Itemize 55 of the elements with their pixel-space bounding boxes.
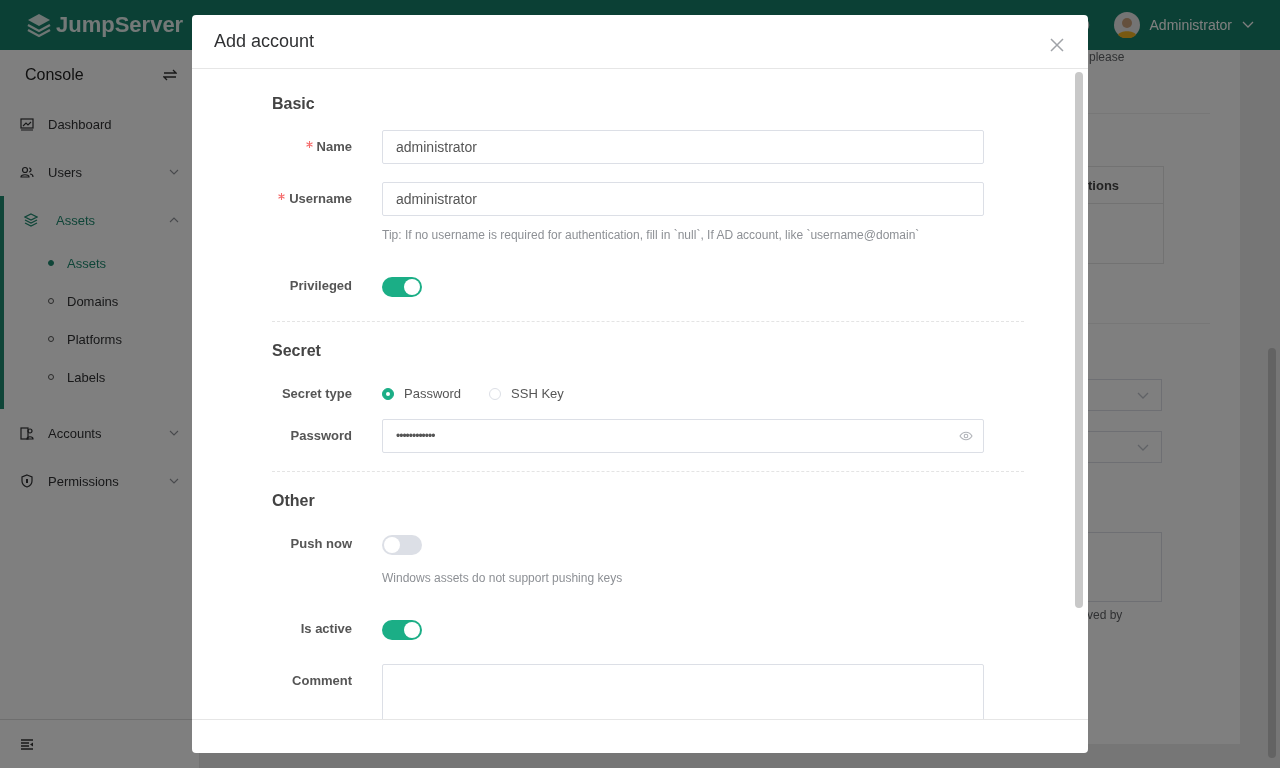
text-input[interactable]: administrator — [382, 130, 984, 164]
close-icon[interactable] — [1050, 37, 1064, 52]
section-title: Secret — [272, 341, 322, 361]
avatar-icon[interactable] — [1113, 12, 1140, 38]
logo-text: JumpServer — [56, 12, 184, 38]
field-label: Is active — [300, 621, 352, 636]
dialog-title: Add account — [214, 31, 315, 52]
text-input[interactable]: administrator — [382, 182, 984, 216]
scrollbar[interactable] — [1075, 72, 1083, 608]
note-text: please — [1089, 50, 1125, 64]
table-header: tions — [1088, 177, 1120, 193]
contacts-icon — [20, 426, 34, 440]
section-title: Basic — [272, 94, 316, 114]
chevron-down-icon[interactable] — [1137, 443, 1149, 451]
chart-icon — [20, 117, 34, 131]
field-label: Push now — [290, 536, 352, 551]
sidebar-item[interactable]: Dashboard — [0, 100, 199, 148]
users-icon — [20, 165, 34, 179]
eye-icon[interactable] — [959, 431, 973, 441]
user-menu[interactable]: Administrator — [1149, 17, 1232, 33]
field-label: Privileged — [289, 278, 352, 293]
chevron-down-icon[interactable] — [169, 478, 179, 484]
radio-option[interactable]: SSH Key — [489, 386, 564, 401]
comment-field[interactable] — [382, 664, 984, 719]
toggle-switch[interactable] — [382, 535, 422, 555]
radio-option[interactable]: Password — [382, 386, 462, 401]
sidebar-item[interactable]: Accounts — [0, 409, 199, 457]
logo-icon — [26, 12, 52, 38]
chevron-down-icon[interactable] — [169, 430, 179, 436]
shield-icon — [20, 474, 34, 488]
field-label: Secret type — [281, 386, 352, 401]
chevron-down-icon[interactable] — [169, 169, 179, 175]
sidebar-item[interactable]: Users — [0, 148, 199, 196]
sidebar-item[interactable]: Permissions — [0, 457, 199, 505]
password-input[interactable]: •••••••••••• — [382, 419, 984, 453]
sidebar-subitem[interactable]: Platforms — [4, 320, 199, 358]
sidebar-subitem[interactable]: Labels — [4, 358, 199, 396]
toggle-switch[interactable] — [382, 277, 422, 297]
field-label: Comment — [292, 673, 352, 688]
sidebar-subitem[interactable]: Assets — [4, 244, 199, 282]
field-label: Username — [289, 191, 352, 206]
hint-text: Tip: If no username is required for authentication, fill in `null`, If AD account, like `username@domain` — [382, 228, 921, 242]
collapse-menu-icon[interactable] — [21, 738, 33, 750]
note-text: ved by — [1087, 608, 1123, 622]
sidebar-subitem[interactable]: Domains — [4, 282, 199, 320]
field-label: Password — [290, 428, 352, 443]
section-title: Other — [272, 491, 316, 511]
field-label: Name — [316, 139, 352, 154]
layers-icon — [24, 213, 38, 227]
chevron-up-icon[interactable] — [169, 217, 179, 223]
hint-text: Windows assets do not support pushing keys — [382, 571, 624, 585]
chevron-down-icon[interactable] — [1137, 391, 1149, 399]
switch-icon[interactable] — [163, 69, 177, 81]
toggle-switch[interactable] — [382, 620, 422, 640]
sidebar-title: Console — [25, 66, 84, 84]
